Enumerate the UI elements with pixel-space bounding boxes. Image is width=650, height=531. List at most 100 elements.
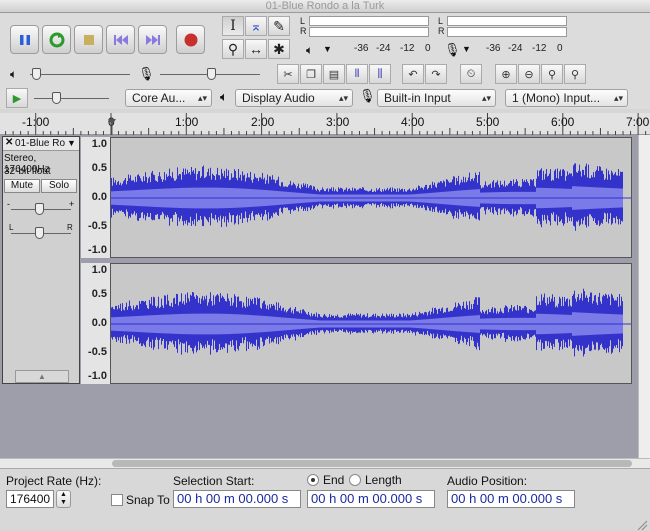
chevron-down-icon[interactable]: ▼ bbox=[462, 44, 471, 54]
length-label: Length bbox=[365, 473, 402, 487]
trim-icon: ⫴ bbox=[354, 67, 360, 80]
horizontal-scrollbar[interactable] bbox=[0, 458, 650, 468]
fit-project-button[interactable]: ⚲ bbox=[564, 64, 586, 84]
length-radio[interactable] bbox=[349, 474, 361, 486]
fit-selection-button[interactable]: ⚲ bbox=[541, 64, 563, 84]
trim-button[interactable]: ⫴ bbox=[346, 64, 368, 84]
play-meter-right-bar bbox=[309, 27, 429, 37]
undo-button[interactable]: ↶ bbox=[402, 64, 424, 84]
rec-meter-tick: -12 bbox=[532, 43, 547, 54]
speaker-icon: 🔈︎ bbox=[220, 89, 228, 104]
multi-tool-button[interactable]: ✱ bbox=[268, 39, 290, 59]
chevron-updown-icon: ▴▾ bbox=[338, 93, 348, 103]
chevron-updown-icon: ▲ ▼ bbox=[60, 491, 67, 506]
solo-button[interactable]: Solo bbox=[41, 179, 77, 193]
scale-label: -0.5 bbox=[88, 220, 107, 232]
recording-volume-slider[interactable] bbox=[207, 68, 216, 80]
audio-host-select[interactable]: Core Au... ▴▾ bbox=[125, 89, 212, 107]
collapse-track-button[interactable]: ▲ bbox=[15, 370, 69, 383]
channel2-vertical-scale[interactable]: 1.0 0.5 0.0 -0.5 -1.0 bbox=[81, 263, 111, 384]
magnifier-icon: ⚲ bbox=[227, 40, 239, 57]
play-speed-slider[interactable] bbox=[52, 92, 61, 104]
record-button[interactable] bbox=[176, 25, 205, 54]
fit-project-icon: ⚲ bbox=[570, 68, 580, 81]
chevron-up-icon: ▲ bbox=[38, 372, 46, 381]
ruler-label: 5:00 bbox=[476, 115, 500, 129]
chevron-down-icon[interactable]: ▼ bbox=[323, 44, 332, 54]
redo-icon: ↷ bbox=[431, 68, 441, 81]
cut-button[interactable]: ✂ bbox=[277, 64, 299, 84]
selection-end-field[interactable]: 00 h 00 m 00.000 s bbox=[307, 490, 435, 508]
scale-label: 1.0 bbox=[91, 264, 107, 276]
project-rate-stepper[interactable]: ▲ ▼ bbox=[56, 490, 71, 508]
play-meter-tick: -36 bbox=[354, 43, 369, 54]
channel1-vertical-scale[interactable]: 1.0 0.5 0.0 -0.5 -1.0 bbox=[81, 137, 111, 258]
snap-to-checkbox[interactable] bbox=[111, 494, 123, 506]
track-control-panel: ✕ 01-Blue Ro ▼ Stereo, 176400Hz 32-bit f… bbox=[2, 136, 80, 384]
input-channels-value: 1 (Mono) Input... bbox=[512, 91, 601, 105]
track-menu-chevron-icon[interactable]: ▼ bbox=[67, 138, 76, 148]
end-label: End bbox=[323, 473, 345, 487]
microphone-icon: 🎙︎ bbox=[138, 66, 155, 81]
track-name[interactable]: 01-Blue Ro bbox=[15, 138, 65, 149]
copy-button[interactable]: ❐ bbox=[300, 64, 322, 84]
resize-grip-icon[interactable] bbox=[636, 519, 648, 531]
time-shift-tool-button[interactable]: ↔ bbox=[245, 39, 267, 59]
vertical-scrollbar[interactable] bbox=[638, 135, 650, 460]
input-channels-select[interactable]: 1 (Mono) Input... ▴▾ bbox=[505, 89, 628, 107]
sync-lock-button[interactable]: ⏲ bbox=[460, 64, 482, 84]
zoom-tool-button[interactable]: ⚲ bbox=[222, 39, 244, 59]
paste-button[interactable]: ▤ bbox=[323, 64, 345, 84]
selection-start-field[interactable]: 00 h 00 m 00.000 s bbox=[173, 490, 301, 508]
pan-slider[interactable] bbox=[35, 227, 44, 239]
audio-position-value: 00 h 00 m 00.000 s bbox=[451, 491, 563, 506]
playhead-marker-icon[interactable] bbox=[107, 119, 117, 135]
play-icon: ▶ bbox=[12, 92, 22, 105]
close-track-icon[interactable]: ✕ bbox=[5, 137, 13, 148]
skip-to-end-button[interactable] bbox=[138, 25, 167, 54]
ruler-label: 6:00 bbox=[551, 115, 575, 129]
selection-tool-button[interactable]: I bbox=[222, 16, 244, 36]
silence-icon: ⫼ bbox=[377, 67, 383, 80]
play-at-speed-button[interactable]: ▶ bbox=[6, 88, 28, 108]
scissors-icon: ✂ bbox=[283, 68, 293, 81]
mute-button[interactable]: Mute bbox=[4, 179, 40, 193]
pause-button[interactable] bbox=[10, 25, 39, 54]
pan-left-label: L bbox=[9, 223, 14, 232]
i-beam-icon: I bbox=[230, 18, 236, 34]
play-button[interactable] bbox=[42, 25, 71, 54]
ruler-label: 2:00 bbox=[251, 115, 275, 129]
output-device-select[interactable]: Display Audio ▴▾ bbox=[235, 89, 353, 107]
skip-start-icon bbox=[113, 34, 128, 45]
channel2-waveform[interactable] bbox=[110, 263, 632, 384]
redo-button[interactable]: ↷ bbox=[425, 64, 447, 84]
project-rate-label: Project Rate (Hz): bbox=[6, 474, 102, 488]
rec-meter-right-bar bbox=[447, 27, 567, 37]
pan-right-label: R bbox=[67, 223, 73, 232]
scale-label: 0.0 bbox=[91, 191, 107, 203]
channel1-waveform[interactable] bbox=[110, 137, 632, 258]
mute-label: Mute bbox=[10, 180, 34, 191]
toolbar-area: I ⌅ ✎ ⚲ ↔ ✱ L R 🔈︎ ▼ -36 -24 -12 0 L R 🎙… bbox=[0, 13, 650, 109]
envelope-tool-button[interactable]: ⌅ bbox=[245, 16, 267, 36]
playback-volume-slider[interactable] bbox=[32, 68, 41, 80]
end-radio[interactable] bbox=[307, 474, 319, 486]
audio-position-field[interactable]: 00 h 00 m 00.000 s bbox=[447, 490, 575, 508]
horizontal-scroll-thumb[interactable] bbox=[112, 460, 632, 467]
silence-button[interactable]: ⫼ bbox=[369, 64, 391, 84]
input-device-select[interactable]: Built-in Input ▴▾ bbox=[377, 89, 496, 107]
zoom-in-icon: ⊕ bbox=[501, 68, 511, 81]
skip-end-icon bbox=[145, 34, 160, 45]
zoom-out-button[interactable]: ⊖ bbox=[518, 64, 540, 84]
gain-slider[interactable] bbox=[35, 203, 44, 215]
timeline-ruler[interactable]: -1:00 0 1:00 2:00 3:00 4:00 5:00 6:00 7:… bbox=[0, 113, 650, 135]
project-rate-input[interactable]: 176400 bbox=[6, 490, 54, 508]
fit-selection-icon: ⚲ bbox=[547, 68, 557, 81]
selection-end-value: 00 h 00 m 00.000 s bbox=[311, 491, 423, 506]
stop-button[interactable] bbox=[74, 25, 103, 54]
draw-tool-button[interactable]: ✎ bbox=[268, 16, 290, 36]
envelope-icon: ⌅ bbox=[250, 17, 262, 34]
zoom-in-button[interactable]: ⊕ bbox=[495, 64, 517, 84]
skip-to-start-button[interactable] bbox=[106, 25, 135, 54]
zoom-out-icon: ⊖ bbox=[524, 68, 534, 81]
